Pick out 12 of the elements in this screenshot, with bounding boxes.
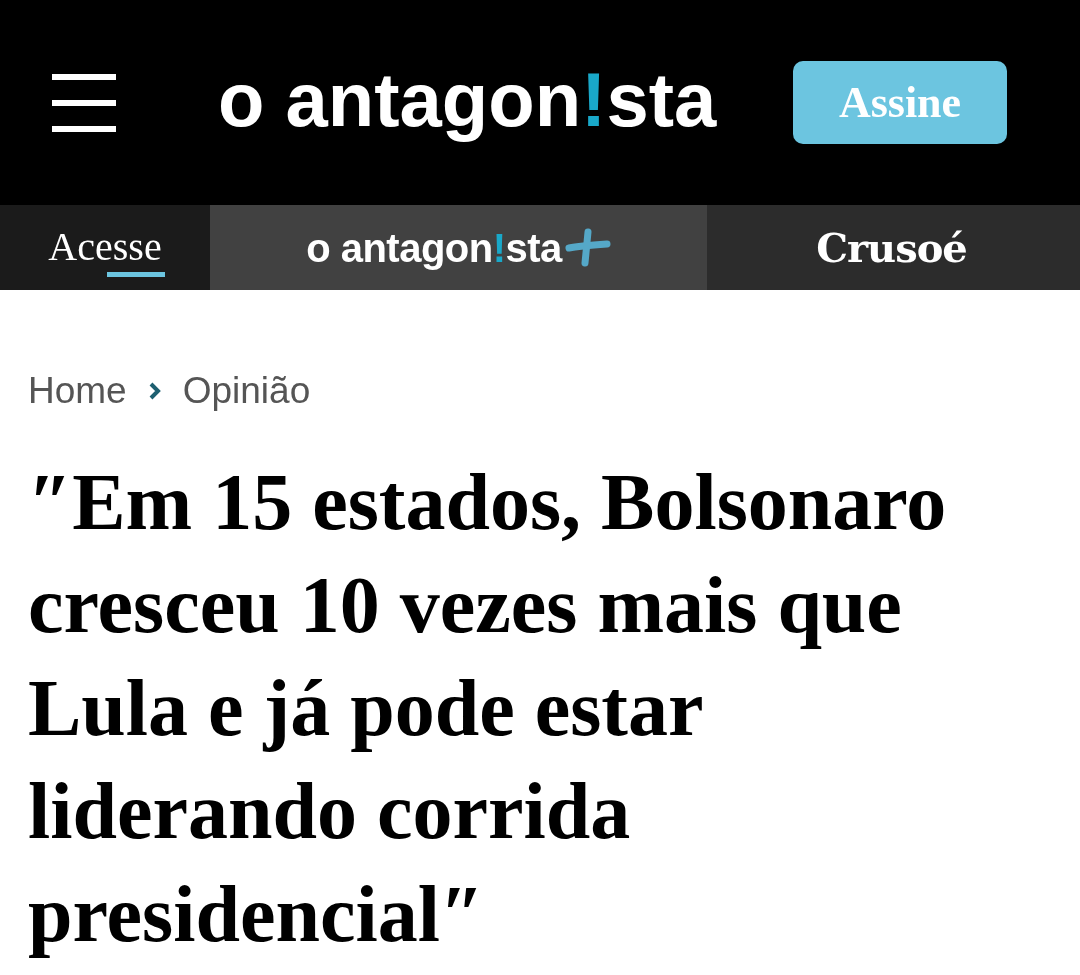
breadcrumb-link[interactable]: Home [28,369,127,413]
plus-icon [564,227,611,268]
accent-underline [106,272,165,277]
breadcrumb-link[interactable]: Opinião [182,369,311,413]
article-headline: ″Em 15 estados, Bolsonaro cresceu 10 vezes mais que Lula e já pode estar liderando corrida presidencial″ [28,457,948,960]
nav-logo-link[interactable]: o antagon!sta [210,205,707,290]
menu-icon [52,73,116,132]
chevron-right-icon [148,382,161,400]
nav-label: Acesse [48,226,162,268]
nav-wordmark-link[interactable]: Crusoé [707,205,1080,290]
site-logo[interactable]: o antagon!sta [218,61,717,144]
menu-button[interactable] [52,73,116,132]
